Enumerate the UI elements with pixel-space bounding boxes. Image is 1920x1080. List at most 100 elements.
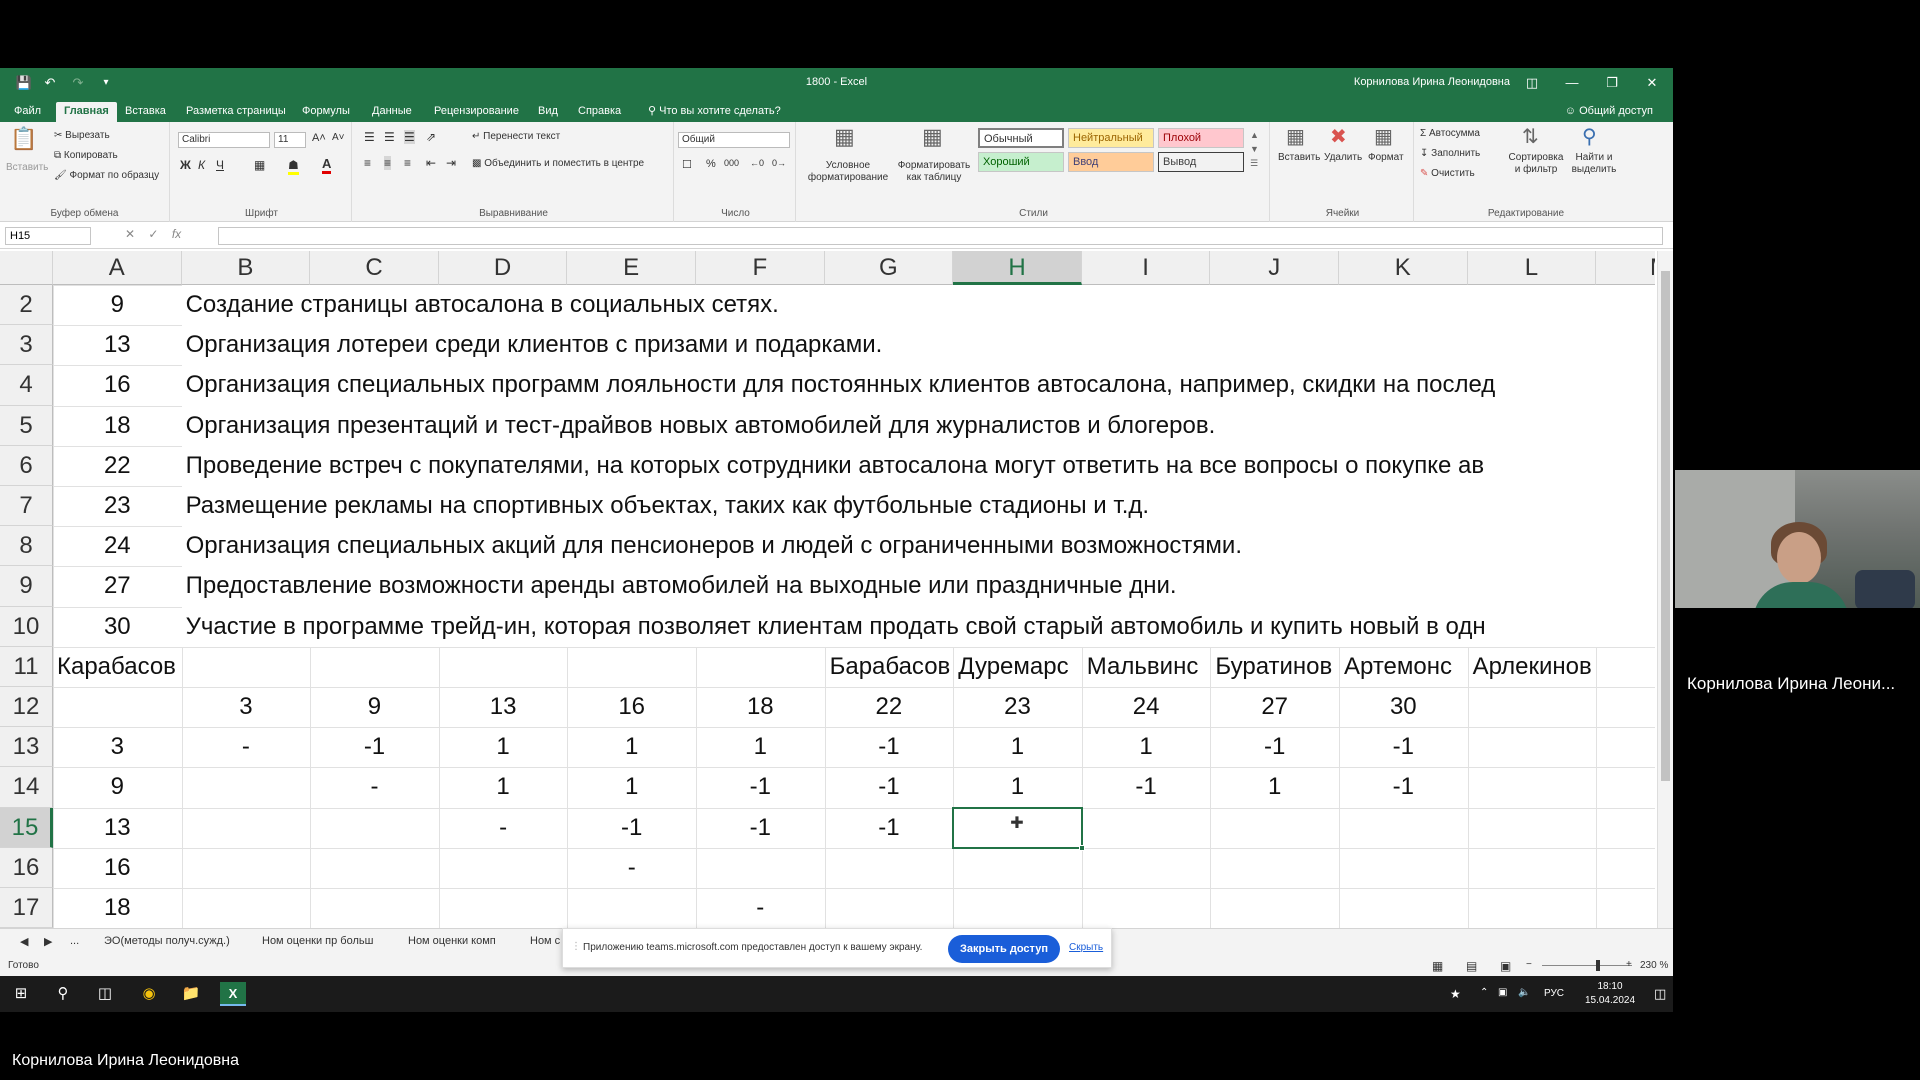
sheet-tab[interactable]: ЭО(методы получ.сужд.) [104, 935, 230, 947]
column-header-c[interactable]: C [310, 251, 439, 285]
cell-name[interactable]: Артемонс [1339, 647, 1468, 687]
vertical-scrollbar[interactable] [1657, 251, 1673, 928]
style-normal[interactable]: Обычный [978, 128, 1064, 148]
page-break-view-icon[interactable]: ▣ [1500, 959, 1511, 973]
matrix-cell[interactable]: -1 [310, 727, 439, 767]
drag-handle-icon[interactable]: ⋮ [571, 941, 581, 952]
enter-icon[interactable]: ✓ [148, 227, 158, 241]
row-header-15[interactable]: 15 [0, 807, 53, 848]
tab-view[interactable]: Вид [530, 102, 566, 122]
matrix-cell[interactable]: 1 [696, 727, 825, 767]
matrix-cell[interactable] [182, 848, 311, 888]
autosum-button[interactable]: Σ Автосумма [1420, 128, 1480, 139]
matrix-cell[interactable] [1082, 808, 1211, 848]
delete-cells-icon[interactable]: ✖ [1330, 124, 1347, 149]
conditional-format-button[interactable]: Условное форматирование [806, 160, 890, 184]
clock-date[interactable]: 15.04.2024 [1572, 995, 1648, 1006]
active-cell-selection[interactable]: ✚ [952, 806, 1085, 851]
stop-sharing-button[interactable]: Закрыть доступ [948, 935, 1060, 963]
font-size-combo[interactable]: 11 [274, 132, 306, 148]
column-header-m[interactable]: M [1596, 251, 1655, 285]
matrix-cell[interactable]: -1 [825, 727, 954, 767]
zoom-slider[interactable] [1542, 965, 1632, 966]
matrix-cell[interactable] [182, 888, 311, 928]
cell-name[interactable]: Буратинов [1210, 647, 1339, 687]
zoom-out-icon[interactable]: − [1526, 959, 1532, 970]
tab-file[interactable]: Файл [6, 102, 49, 122]
notifications-icon[interactable]: ◫ [1654, 986, 1666, 1002]
matrix-cell[interactable]: 22 [825, 687, 954, 727]
cell-description[interactable]: Организация презентаций и тест-драйвов н… [181, 405, 1655, 446]
tab-review[interactable]: Рецензирование [426, 102, 527, 122]
matrix-cell[interactable]: 1 [567, 727, 696, 767]
zoom-level[interactable]: 230 % [1640, 960, 1668, 971]
insert-function-icon[interactable]: fx [172, 227, 181, 241]
matrix-cell[interactable]: - [567, 848, 696, 888]
row-header-7[interactable]: 7 [0, 486, 53, 527]
chrome-icon[interactable]: ◉ [136, 982, 162, 1006]
matrix-cell[interactable]: -1 [1339, 767, 1468, 807]
fill-color-icon[interactable]: ☗ [288, 158, 299, 175]
number-format-combo[interactable]: Общий [678, 132, 790, 148]
matrix-cell[interactable] [1339, 808, 1468, 848]
matrix-cell[interactable]: -1 [825, 808, 954, 848]
matrix-cell[interactable] [182, 767, 311, 807]
row-header-12[interactable]: 12 [0, 687, 53, 728]
column-header-j[interactable]: J [1210, 251, 1339, 285]
matrix-cell[interactable] [439, 888, 568, 928]
matrix-cell[interactable]: 9 [310, 687, 439, 727]
matrix-cell[interactable]: 1 [1210, 767, 1339, 807]
delete-cells-button[interactable]: Удалить [1324, 152, 1362, 163]
participant-video[interactable] [1675, 470, 1920, 608]
cell-id[interactable] [53, 687, 182, 727]
cell-id[interactable]: 22 [53, 446, 182, 486]
styles-scroll-down-icon[interactable]: ▼ [1250, 144, 1259, 154]
format-cells-icon[interactable]: ▦ [1374, 124, 1393, 149]
matrix-cell[interactable]: - [182, 727, 311, 767]
cell-name[interactable]: Дуремарс [953, 647, 1082, 687]
style-bad[interactable]: Плохой [1158, 128, 1244, 148]
cell-description[interactable]: Участие в программе трейд-ин, которая по… [181, 606, 1655, 647]
underline-button[interactable]: Ч [216, 158, 224, 172]
matrix-cell[interactable] [953, 888, 1082, 928]
sheet-tab[interactable]: Ном с [530, 935, 560, 947]
copy-button[interactable]: ⧉ Копировать [54, 150, 118, 161]
tab-insert[interactable]: Вставка [117, 102, 174, 122]
matrix-cell[interactable]: - [696, 888, 825, 928]
decrease-indent-icon[interactable]: ⇤ [426, 156, 436, 170]
matrix-cell[interactable]: - [439, 808, 568, 848]
row-header-4[interactable]: 4 [0, 365, 53, 406]
matrix-cell[interactable]: 1 [439, 767, 568, 807]
paste-button[interactable]: Вставить [6, 162, 48, 173]
borders-icon[interactable]: ▦ [254, 158, 265, 172]
matrix-cell[interactable]: 1 [953, 767, 1082, 807]
row-header-16[interactable]: 16 [0, 847, 53, 888]
cell-id[interactable]: 13 [53, 808, 182, 848]
shrink-font-icon[interactable]: A˅ [332, 132, 345, 143]
cell-name[interactable]: Арлекинов [1468, 647, 1597, 687]
column-header-d[interactable]: D [438, 251, 568, 285]
tab-home[interactable]: Главная [56, 102, 117, 122]
zoom-in-icon[interactable]: + [1626, 959, 1632, 970]
row-header-6[interactable]: 6 [0, 445, 53, 486]
sheet-tab-more[interactable]: ... [70, 935, 79, 947]
cell-description[interactable]: Организация специальных программ лояльно… [181, 365, 1655, 406]
name-box[interactable]: H15 [5, 227, 91, 245]
normal-view-icon[interactable]: ▦ [1432, 959, 1443, 973]
insert-cells-button[interactable]: Вставить [1278, 152, 1320, 163]
currency-icon[interactable]: ☐ [682, 158, 692, 171]
matrix-cell[interactable] [1210, 808, 1339, 848]
search-icon[interactable]: ⚲ [50, 982, 76, 1006]
matrix-cell[interactable]: -1 [825, 767, 954, 807]
align-bottom-icon[interactable]: ☰ [404, 130, 415, 144]
minimize-icon[interactable]: — [1556, 72, 1588, 94]
matrix-cell[interactable]: - [310, 767, 439, 807]
cell-description[interactable]: Предоставление возможности аренды автомо… [181, 566, 1655, 607]
fill-button[interactable]: ↧ Заполнить [1420, 148, 1480, 159]
language-indicator[interactable]: РУС [1544, 988, 1564, 999]
sort-filter-button[interactable]: Сортировка и фильтр [1508, 152, 1564, 176]
network-icon[interactable]: ▣ [1498, 987, 1507, 998]
tell-me-box[interactable]: ⚲ Что вы хотите сделать? [640, 102, 789, 122]
account-name[interactable]: Корнилова Ирина Леонидовна [1320, 76, 1510, 88]
clock-time[interactable]: 18:10 [1580, 981, 1640, 992]
